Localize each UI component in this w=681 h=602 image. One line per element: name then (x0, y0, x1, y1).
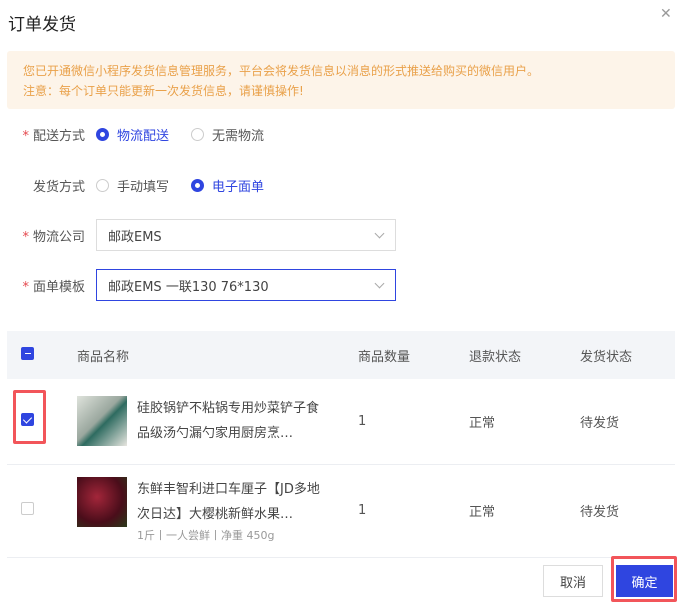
product-name: 东鲜丰智利进口车厘子【JD多地次日达】大樱桃新鲜水果… (137, 481, 320, 522)
select-all-checkbox[interactable] (21, 346, 34, 360)
radio-electronic-waybill[interactable]: 电子面单 (191, 176, 264, 195)
cancel-button[interactable]: 取消 (543, 565, 603, 597)
row-checkbox[interactable] (21, 502, 34, 515)
ship-method-label: 发货方式 (32, 180, 85, 195)
highlight-box (13, 390, 46, 444)
product-spec: 1斤丨一人尝鲜丨净重 450g (137, 528, 275, 542)
radio-no-logistics[interactable]: 无需物流 (191, 125, 264, 144)
delivery-method-row: * 配送方式 物流配送 无需物流 (0, 125, 286, 144)
table-row: 硅胶锅铲不粘锅专用炒菜铲子食品级汤勺漏勺家用厨房烹… 1 正常 待发货 (7, 379, 675, 465)
refund-status: 正常 (469, 379, 580, 465)
notice-line: 您已开通微信小程序发货信息管理服务，平台会将发货信息以消息的形式推送给购买的微信… (23, 64, 540, 78)
delivery-method-label: 配送方式 (32, 129, 85, 144)
product-image (77, 396, 127, 447)
ship-status: 待发货 (580, 464, 675, 558)
ship-status: 待发货 (580, 379, 675, 465)
product-name: 硅胶锅铲不粘锅专用炒菜铲子食品级汤勺漏勺家用厨房烹… (137, 401, 320, 442)
radio-label: 无需物流 (212, 129, 265, 144)
qty: 1 (358, 464, 469, 558)
qty: 1 (358, 379, 469, 465)
product-table: 商品名称 商品数量 退款状态 发货状态 硅胶锅铲不粘锅专用炒菜铲子食品级汤勺漏勺… (7, 331, 675, 558)
radio-logistics[interactable]: 物流配送 (96, 125, 169, 144)
close-icon[interactable]: ✕ (660, 6, 672, 22)
radio-label: 电子面单 (212, 180, 265, 195)
chevron-down-icon (374, 228, 385, 238)
confirm-button[interactable]: 确定 (616, 565, 673, 597)
table-header: 商品名称 商品数量 退款状态 发货状态 (7, 331, 675, 379)
notice-banner: 您已开通微信小程序发货信息管理服务，平台会将发货信息以消息的形式推送给购买的微信… (7, 51, 675, 109)
company-row: * 物流公司 邮政EMS (0, 219, 396, 251)
col-refund: 退款状态 (469, 331, 580, 379)
template-label: 面单模板 (32, 279, 85, 295)
chevron-down-icon (374, 278, 385, 288)
template-row: * 面单模板 邮政EMS 一联130 76*130 (0, 269, 396, 301)
template-select[interactable]: 邮政EMS 一联130 76*130 (96, 269, 396, 301)
company-value: 邮政EMS (108, 229, 162, 245)
radio-manual[interactable]: 手动填写 (96, 176, 169, 195)
notice-warning: 注意：每个订单只能更新一次发货信息，请谨慎操作! (23, 84, 304, 98)
col-qty: 商品数量 (358, 331, 469, 379)
company-select[interactable]: 邮政EMS (96, 219, 396, 251)
template-value: 邮政EMS 一联130 76*130 (108, 279, 269, 295)
col-ship: 发货状态 (580, 331, 675, 379)
company-label: 物流公司 (32, 229, 85, 245)
ship-method-row: 发货方式 手动填写 电子面单 (0, 176, 286, 195)
product-image (77, 476, 127, 527)
radio-label: 物流配送 (117, 129, 170, 144)
table-row: 东鲜丰智利进口车厘子【JD多地次日达】大樱桃新鲜水果… 1斤丨一人尝鲜丨净重 45… (7, 464, 675, 558)
col-name: 商品名称 (77, 331, 358, 379)
refund-status: 正常 (469, 464, 580, 558)
dialog-title: 订单发货 (8, 15, 76, 35)
radio-label: 手动填写 (117, 180, 170, 195)
